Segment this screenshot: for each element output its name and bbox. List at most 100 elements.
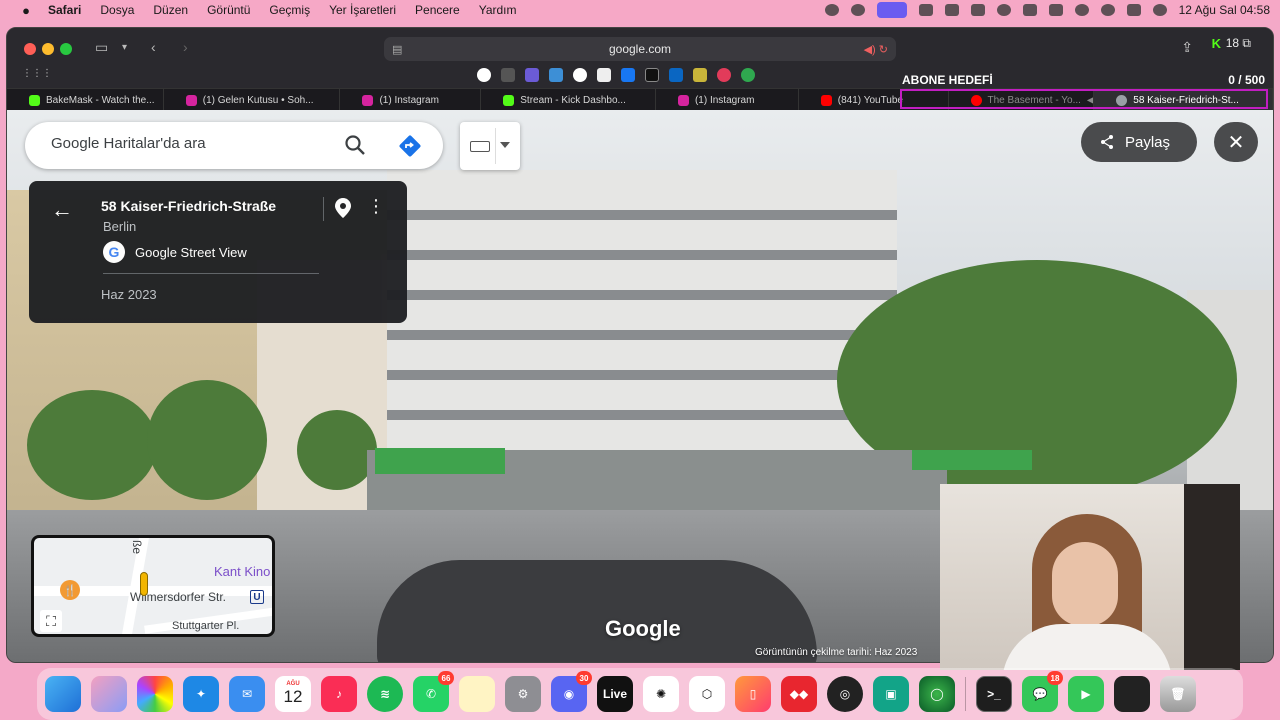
notes-icon[interactable]	[459, 676, 495, 712]
clock[interactable]: 12 Ağu Sal 04:58	[1179, 3, 1270, 17]
obs-icon[interactable]: ◎	[827, 676, 863, 712]
address-bar[interactable]: ▤ google.com ◀) ↻	[384, 37, 896, 61]
apple-menu-icon[interactable]: ●	[18, 3, 34, 18]
chatgpt-icon[interactable]: ✺	[643, 676, 679, 712]
calendar-icon[interactable]: AĞU 12	[275, 676, 311, 712]
phone-mirror-icon[interactable]: ▯	[735, 676, 771, 712]
audio-playing-icon[interactable]: ◀) ↻	[864, 43, 888, 56]
tab-youtube[interactable]: (841) YouTube	[799, 89, 949, 111]
share-button[interactable]: Paylaş	[1081, 122, 1197, 162]
google-favorite-icon[interactable]	[573, 68, 587, 82]
play-icon[interactable]	[996, 4, 1011, 16]
tab-overview-icon[interactable]: 18 ⧉	[1226, 36, 1251, 51]
shield-favorite-icon[interactable]	[693, 68, 707, 82]
close-window-button[interactable]	[24, 43, 36, 55]
system-settings-icon[interactable]: ⚙	[505, 676, 541, 712]
tab-instagram[interactable]: (1) Instagram	[340, 89, 482, 111]
kick-extension-icon[interactable]: K	[1212, 36, 1221, 51]
menu-window[interactable]: Pencere	[415, 3, 460, 17]
anydesk-icon[interactable]: ◆◆	[781, 676, 817, 712]
page-menu-icon[interactable]: ▤	[392, 43, 402, 56]
restaurant-icon[interactable]: 🍴	[60, 580, 80, 600]
minimize-window-button[interactable]	[42, 43, 54, 55]
messages-icon[interactable]: 💬 18	[1022, 671, 1063, 712]
url-text[interactable]: google.com	[609, 42, 671, 56]
spotlight-search-icon[interactable]	[1100, 4, 1115, 16]
recent-window-icon[interactable]	[1114, 676, 1150, 712]
camera-icon[interactable]	[970, 4, 985, 16]
forward-icon[interactable]: ›	[183, 39, 188, 55]
close-street-view-button[interactable]: ✕	[1214, 122, 1258, 162]
live-app-icon[interactable]: Live	[597, 676, 633, 712]
tripadvisor-favorite-icon[interactable]	[741, 68, 755, 82]
menu-help[interactable]: Yardım	[479, 3, 517, 17]
tab-instagram-2[interactable]: (1) Instagram	[656, 89, 799, 111]
display-icon[interactable]	[944, 4, 959, 16]
trash-icon[interactable]: 🗑	[1160, 676, 1196, 712]
siri-icon[interactable]	[1152, 4, 1167, 16]
record-icon[interactable]	[824, 4, 839, 16]
favorite-1-icon[interactable]	[477, 68, 491, 82]
expand-map-icon[interactable]: ⛶	[40, 610, 62, 632]
launchpad-icon[interactable]	[91, 676, 127, 712]
menu-safari[interactable]: Safari	[48, 3, 81, 17]
wifi-icon[interactable]	[1074, 4, 1089, 16]
tab-kick-dashboard[interactable]: Stream - Kick Dashbo...	[481, 89, 656, 111]
favorite-search-icon[interactable]	[549, 68, 563, 82]
spotify-icon[interactable]: ≋	[367, 676, 403, 712]
cloud-icon[interactable]	[918, 4, 933, 16]
chevron-down-icon[interactable]: ▾	[122, 42, 127, 53]
photos-icon[interactable]	[137, 676, 173, 712]
terminal-icon[interactable]: >_	[976, 676, 1012, 712]
minimap[interactable]: ße Kant Kino Wilmersdorfer Str. Stuttgar…	[31, 535, 275, 637]
favorite-m-icon[interactable]	[525, 68, 539, 82]
minimap-poi[interactable]: Kant Kino	[214, 564, 270, 579]
tab-google-maps[interactable]: 58 Kaiser-Friedrich-St...	[1094, 89, 1273, 111]
wikipedia-favorite-icon[interactable]	[597, 68, 611, 82]
streamlabs-icon[interactable]: ▣	[873, 676, 909, 712]
tab-bakemask[interactable]: BakeMask - Watch the...	[7, 89, 164, 111]
discord-icon[interactable]: ◉ 30	[551, 671, 592, 712]
pegman-icon[interactable]	[140, 572, 148, 596]
screen-share-icon[interactable]	[876, 2, 907, 18]
tab-the-basement[interactable]: The Basement - Yo... ◀)	[949, 89, 1095, 111]
yelp-favorite-icon[interactable]	[717, 68, 731, 82]
share-icon[interactable]: ⇪	[1181, 39, 1193, 56]
sync-icon[interactable]	[850, 4, 865, 16]
input-tools-button[interactable]	[460, 122, 520, 170]
more-options-icon[interactable]: ⋮	[367, 195, 385, 217]
music-icon[interactable]: ♪	[321, 676, 357, 712]
chevron-down-icon[interactable]	[500, 142, 510, 148]
x-favorite-icon[interactable]	[645, 68, 659, 82]
safari-icon[interactable]: ✦	[183, 676, 219, 712]
battery-icon[interactable]	[1048, 4, 1063, 16]
back-icon[interactable]: ‹	[151, 39, 156, 55]
mail-icon[interactable]: ✉	[229, 676, 265, 712]
network-icon[interactable]	[1022, 4, 1037, 16]
unity-icon[interactable]: ⬡	[689, 676, 725, 712]
linkedin-favorite-icon[interactable]	[669, 68, 683, 82]
tab-mute-icon[interactable]: ◀)	[1087, 95, 1093, 106]
maps-search-input[interactable]	[51, 135, 331, 152]
facebook-favorite-icon[interactable]	[621, 68, 635, 82]
zoom-window-button[interactable]	[60, 43, 72, 55]
finder-icon[interactable]	[45, 676, 81, 712]
sidebar-icon[interactable]: ▭	[95, 39, 108, 56]
apple-favorite-icon[interactable]	[501, 68, 515, 82]
directions-icon[interactable]	[397, 133, 423, 159]
control-center-icon[interactable]	[1126, 4, 1141, 16]
menu-file[interactable]: Dosya	[100, 3, 134, 17]
place-title[interactable]: 58 Kaiser-Friedrich-Straße	[101, 198, 276, 214]
grid-icon[interactable]: ⋮⋮⋮	[22, 68, 52, 79]
tab-instagram-inbox[interactable]: (1) Gelen Kutusu • Soh...	[164, 89, 341, 111]
back-arrow-icon[interactable]: ←	[51, 197, 73, 223]
globe-app-icon[interactable]: ◯	[919, 676, 955, 712]
menu-view[interactable]: Görüntü	[207, 3, 250, 17]
menu-history[interactable]: Geçmiş	[269, 3, 310, 17]
menu-edit[interactable]: Düzen	[153, 3, 188, 17]
menu-bookmarks[interactable]: Yer İşaretleri	[329, 3, 396, 17]
search-icon[interactable]	[343, 133, 367, 157]
subway-icon[interactable]: U	[250, 590, 264, 604]
capture-date-selector[interactable]: Haz 2023	[101, 287, 157, 302]
map-pin-icon[interactable]	[335, 198, 351, 218]
